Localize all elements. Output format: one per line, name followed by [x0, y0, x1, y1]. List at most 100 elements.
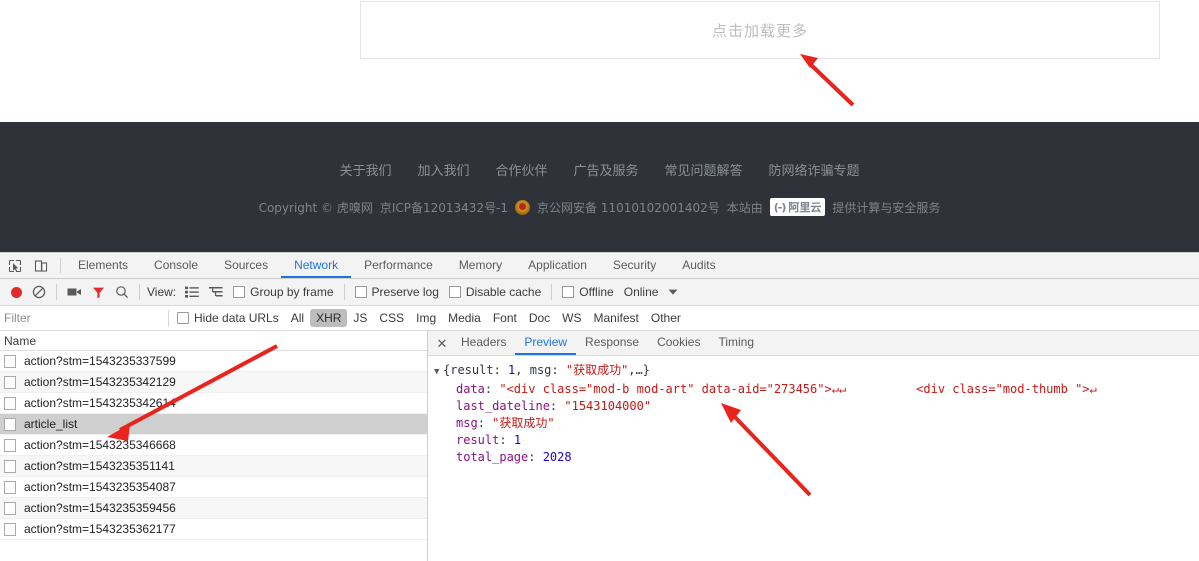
- type-filter-other[interactable]: Other: [645, 309, 687, 327]
- footer-link-antifraud[interactable]: 防网络诈骗专题: [769, 160, 860, 179]
- checkbox-box: [177, 312, 189, 324]
- request-name: article_list: [24, 417, 78, 431]
- table-row[interactable]: action?stm=1543235351141: [0, 456, 427, 477]
- table-row[interactable]: action?stm=1543235337599: [0, 351, 427, 372]
- checkbox-box: [448, 286, 461, 298]
- type-filter-doc[interactable]: Doc: [523, 309, 556, 327]
- table-row[interactable]: action?stm=1543235354087: [0, 477, 427, 498]
- type-filter-js[interactable]: JS: [347, 309, 373, 327]
- table-row[interactable]: action?stm=1543235362177: [0, 519, 427, 540]
- table-row-selected[interactable]: article_list: [0, 414, 427, 435]
- tab-headers[interactable]: Headers: [452, 331, 515, 355]
- disable-cache-checkbox[interactable]: Disable cache: [444, 279, 546, 305]
- request-type-icon: [4, 480, 16, 494]
- footer-nav: 关于我们 加入我们 合作伙伴 广告及服务 常见问题解答 防网络诈骗专题: [0, 160, 1199, 179]
- view-waterfall-button[interactable]: [204, 279, 228, 305]
- json-sep: :: [499, 433, 514, 447]
- tab-response[interactable]: Response: [576, 331, 648, 355]
- json-summary-open: {result:: [443, 363, 509, 377]
- json-sep: :: [549, 399, 565, 413]
- load-more-button[interactable]: 点击加载更多: [360, 1, 1160, 59]
- json-row-result: result: 1: [434, 432, 1199, 449]
- resource-type-filters: All XHR JS CSS Img Media Font Doc WS Man…: [285, 309, 687, 327]
- filter-funnel-icon: [93, 287, 104, 298]
- throttling-dropdown-arrow[interactable]: [663, 279, 683, 305]
- clear-button[interactable]: [27, 279, 51, 305]
- devtools-tabbar: Elements Console Sources Network Perform…: [0, 253, 1199, 279]
- filter-input[interactable]: [0, 308, 162, 328]
- table-row[interactable]: action?stm=1543235342614: [0, 393, 427, 414]
- screenshot-root: 点击加载更多 关于我们 加入我们 合作伙伴 广告及服务 常见问题解答 防网络诈骗…: [0, 0, 1199, 561]
- footer-link-partners[interactable]: 合作伙伴: [495, 160, 547, 179]
- request-type-icon: [4, 459, 16, 473]
- request-name: action?stm=1543235342129: [24, 375, 176, 389]
- icp-link[interactable]: 京ICP备12013432号-1: [380, 199, 508, 216]
- request-details-pane: ✕ Headers Preview Response Cookies Timin…: [428, 331, 1199, 561]
- details-tabbar: ✕ Headers Preview Response Cookies Timin…: [428, 331, 1199, 356]
- site-content-area: 点击加载更多: [0, 0, 1199, 122]
- footer-link-ads[interactable]: 广告及服务: [574, 160, 639, 179]
- json-key-result: result: [456, 433, 500, 447]
- request-type-icon: [4, 438, 16, 452]
- view-label: View:: [147, 285, 177, 299]
- table-row[interactable]: action?stm=1543235346668: [0, 435, 427, 456]
- tab-performance[interactable]: Performance: [351, 253, 446, 278]
- police-record-link[interactable]: 京公网安备 11010102001402号: [537, 199, 720, 216]
- network-filterbar: Hide data URLs All XHR JS CSS Img Media …: [0, 306, 1199, 331]
- hide-data-urls-checkbox[interactable]: Hide data URLs: [177, 311, 279, 325]
- type-filter-all[interactable]: All: [285, 309, 310, 327]
- offline-checkbox[interactable]: Offline: [557, 279, 618, 305]
- filter-button[interactable]: [87, 279, 110, 305]
- type-filter-css[interactable]: CSS: [373, 309, 410, 327]
- tab-preview[interactable]: Preview: [515, 331, 577, 355]
- request-name: action?stm=1543235362177: [24, 522, 176, 536]
- tab-audits[interactable]: Audits: [669, 253, 728, 278]
- inspect-element-icon[interactable]: [6, 257, 24, 275]
- json-sep: :: [477, 416, 493, 430]
- type-filter-font[interactable]: Font: [487, 309, 523, 327]
- record-button[interactable]: [6, 279, 27, 305]
- hosted-by-text: 本站由: [726, 200, 763, 215]
- tab-memory[interactable]: Memory: [446, 253, 515, 278]
- footer-copyright: Copyright © 虎嗅网 京ICP备12013432号-1 京公网安备 1…: [0, 198, 1199, 216]
- footer-link-faq[interactable]: 常见问题解答: [665, 160, 743, 179]
- tab-cookies[interactable]: Cookies: [648, 331, 709, 355]
- type-filter-img[interactable]: Img: [410, 309, 442, 327]
- expand-triangle-icon[interactable]: ▼: [434, 364, 443, 381]
- json-sep: :: [484, 382, 500, 396]
- chevron-down-icon: [669, 289, 678, 295]
- type-filter-xhr[interactable]: XHR: [310, 309, 348, 327]
- view-list-button[interactable]: [180, 279, 204, 305]
- table-row[interactable]: action?stm=1543235359456: [0, 498, 427, 519]
- json-preview-tree: ▼ {result: 1, msg: "获取成功",…} data: "<div …: [428, 356, 1199, 466]
- offline-label: Offline: [579, 285, 614, 299]
- tab-security[interactable]: Security: [600, 253, 669, 278]
- throttling-select[interactable]: Online: [619, 279, 664, 305]
- type-filter-manifest[interactable]: Manifest: [588, 309, 645, 327]
- tab-sources[interactable]: Sources: [211, 253, 281, 278]
- json-root-summary[interactable]: ▼ {result: 1, msg: "获取成功",…}: [434, 362, 1199, 381]
- tab-timing[interactable]: Timing: [709, 331, 763, 355]
- tab-elements[interactable]: Elements: [65, 253, 141, 278]
- json-sep: :: [528, 450, 543, 464]
- capture-screenshots-button[interactable]: [62, 279, 87, 305]
- footer-link-about[interactable]: 关于我们: [339, 160, 391, 179]
- close-icon[interactable]: ✕: [432, 337, 452, 350]
- group-by-frame-checkbox[interactable]: Group by frame: [228, 279, 338, 305]
- search-button[interactable]: [110, 279, 134, 305]
- request-type-icon: [4, 375, 16, 389]
- throttling-value: Online: [623, 285, 659, 299]
- search-icon: [116, 286, 129, 299]
- preserve-log-checkbox[interactable]: Preserve log: [350, 279, 444, 305]
- footer-link-join[interactable]: 加入我们: [417, 160, 469, 179]
- device-toolbar-icon[interactable]: [32, 257, 50, 275]
- checkbox-box: [354, 286, 367, 298]
- type-filter-ws[interactable]: WS: [556, 309, 587, 327]
- type-filter-media[interactable]: Media: [442, 309, 487, 327]
- tab-application[interactable]: Application: [515, 253, 600, 278]
- json-summary-msg: "获取成功": [565, 363, 629, 377]
- table-row[interactable]: action?stm=1543235342129: [0, 372, 427, 393]
- tab-network[interactable]: Network: [281, 253, 352, 278]
- request-type-icon: [4, 354, 16, 368]
- tab-console[interactable]: Console: [141, 253, 211, 278]
